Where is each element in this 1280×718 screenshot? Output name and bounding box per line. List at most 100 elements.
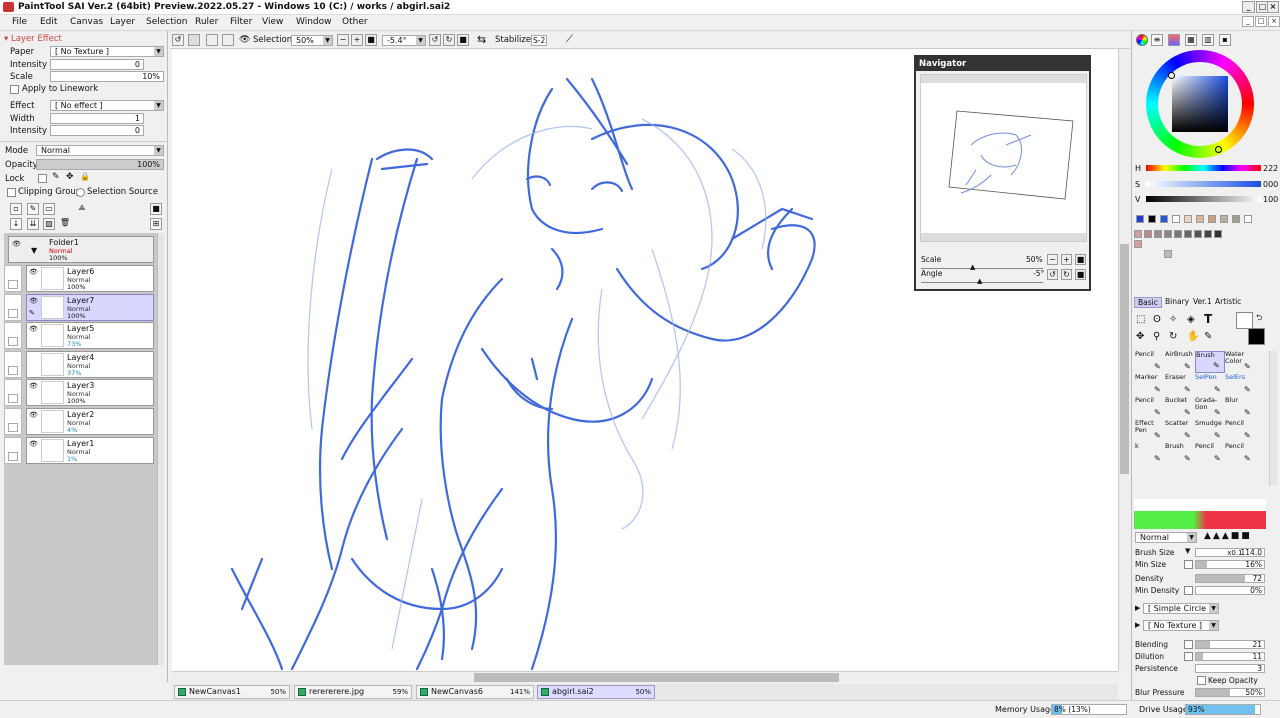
min-density-pressure-icon[interactable] (1184, 586, 1193, 595)
color-swatch[interactable] (1194, 230, 1202, 238)
lock-transparency-icon[interactable] (38, 174, 47, 183)
tool-watercolor[interactable]: Water Color ✎ (1225, 351, 1255, 373)
tool-brush[interactable]: Brush ✎ (1195, 351, 1225, 373)
doc-close-button[interactable]: × (1268, 16, 1280, 27)
eye-icon[interactable]: 👁 (12, 240, 21, 248)
layer-row[interactable]: Layer4 Normal 37% (26, 350, 154, 378)
brush-size-slider[interactable]: x0.1114.0 (1195, 548, 1265, 557)
layer-visibility-cell[interactable] (4, 265, 22, 292)
menu-window[interactable]: Window (296, 17, 332, 27)
primary-color-swatch[interactable] (1248, 328, 1265, 345)
tool-scatter[interactable]: Scatter ✎ (1165, 420, 1195, 442)
navigator-preview[interactable] (920, 74, 1087, 242)
layer-visibility-cell[interactable] (4, 350, 22, 378)
lock-paint-icon[interactable]: ✎ (52, 172, 60, 182)
tool-tab-binary[interactable]: Binary (1162, 297, 1192, 308)
saturation-value-square[interactable] (1172, 76, 1228, 132)
zoom-reset-button[interactable]: ■ (365, 34, 377, 46)
tool-grid-scrollbar[interactable] (1269, 351, 1277, 486)
color-swatch[interactable] (1136, 215, 1144, 223)
tool-selpen[interactable]: SelPen ✎ (1195, 374, 1225, 396)
doc-tab-newcanvas1[interactable]: NewCanvas1 50% (174, 685, 290, 699)
tool-blur[interactable]: Blur ✎ (1225, 397, 1255, 419)
lasso-icon[interactable]: ʘ (1153, 314, 1161, 325)
color-swatch[interactable] (1204, 230, 1212, 238)
clear-layer-icon[interactable]: ▧ (43, 218, 55, 230)
hsv-slider-tab-icon[interactable] (1168, 34, 1180, 46)
lock-all-icon[interactable]: 🔒 (80, 172, 90, 181)
paper-dropdown[interactable]: [ No Texture ] ▼ (50, 46, 164, 57)
move-tool-icon[interactable]: ✥ (1136, 331, 1144, 342)
tool-airbrush[interactable]: AirBrush ✎ (1165, 351, 1195, 373)
menu-view[interactable]: View (262, 17, 283, 27)
nav-zoom-reset-button[interactable]: ■ (1075, 254, 1086, 265)
color-swatch[interactable] (1174, 230, 1182, 238)
nav-zoom-in-button[interactable]: + (1061, 254, 1072, 265)
layer-list[interactable]: 👁 ▼ Folder1 Normal 100% 👁 Layer6 Normal 100… (4, 233, 164, 665)
brush-mode-dropdown[interactable]: Normal ▼ (1135, 532, 1197, 543)
new-folder-icon[interactable]: ▭ (43, 203, 55, 215)
layer-visibility-cell[interactable] (4, 322, 22, 350)
layer-options-icon[interactable]: ⊞ (150, 218, 162, 230)
scratchpad-tab-icon[interactable]: ▥ (1202, 34, 1214, 46)
tool-bucket[interactable]: Bucket ✎ (1165, 397, 1195, 419)
nav-scale-handle-icon[interactable]: ▲ (970, 263, 975, 271)
color-swatch[interactable] (1214, 230, 1222, 238)
tool-pencil[interactable]: Pencil ✎ (1225, 420, 1255, 442)
layer-visibility-cell[interactable] (4, 293, 22, 321)
invert-selection-icon[interactable] (222, 34, 234, 46)
layer-row[interactable]: 👁 Layer2 Normal 4% (26, 408, 154, 435)
color-swatch[interactable] (1134, 230, 1142, 238)
layer-select-checkbox[interactable] (8, 394, 18, 404)
layer-select-icon[interactable]: ◈ (1187, 314, 1195, 325)
new-layer-icon[interactable]: ▫ (10, 203, 22, 215)
eye-icon[interactable]: 👁 (29, 411, 38, 419)
tool-tab-artistic[interactable]: Artistic (1212, 297, 1244, 308)
tool-brush[interactable]: Brush ✎ (1165, 443, 1195, 465)
min-size-pressure-icon[interactable] (1184, 560, 1193, 569)
undo-icon[interactable]: ↺ (172, 34, 184, 46)
color-swatch[interactable] (1184, 230, 1192, 238)
rotate-tool-icon[interactable]: ↻ (1169, 331, 1177, 342)
zoom-dropdown[interactable]: 50% ▼ (291, 35, 333, 46)
transfer-down-icon[interactable]: ↓ (10, 218, 22, 230)
doc-tab-newcanvas6[interactable]: NewCanvas6 141% (416, 685, 534, 699)
color-swatch[interactable] (1220, 215, 1228, 223)
canvas-horizontal-scrollbar[interactable] (172, 671, 1118, 683)
tool-selers[interactable]: SelErs ✎ (1225, 374, 1255, 396)
min-density-slider[interactable]: 0% (1195, 586, 1265, 595)
brush-size-mult-chevron-icon[interactable]: ▼ (1185, 547, 1190, 555)
brush-texture-dropdown[interactable]: [ No Texture ] ▼ (1143, 620, 1219, 631)
dilution-slider[interactable]: 11 (1195, 652, 1265, 661)
rgb-slider-tab-icon[interactable]: ≡ (1151, 34, 1163, 46)
color-swatch[interactable] (1154, 230, 1162, 238)
layer-visibility-cell[interactable] (4, 379, 22, 407)
intensity2-slider[interactable]: 0 (50, 125, 144, 136)
layer-select-checkbox[interactable] (8, 423, 18, 432)
density-slider[interactable]: 72 (1195, 574, 1265, 583)
menu-edit[interactable]: Edit (40, 17, 57, 27)
persistence-slider[interactable]: 3 (1195, 664, 1265, 673)
color-picker-tab-icon[interactable]: ▪ (1219, 34, 1231, 46)
layer-mask-icon[interactable]: ■ (150, 203, 162, 215)
rotate-right-button[interactable]: ↻ (443, 34, 455, 46)
vertical-scroll-thumb[interactable] (1120, 244, 1129, 474)
canvas-vertical-scrollbar[interactable] (1118, 49, 1130, 671)
tool-marker[interactable]: Marker ✎ (1135, 374, 1165, 396)
stabilizer-dropdown[interactable]: S-2 (531, 35, 547, 46)
menu-other[interactable]: Other (342, 17, 368, 27)
saturation-slider[interactable] (1146, 181, 1261, 187)
secondary-color-swatch[interactable] (1236, 312, 1253, 329)
menu-selection[interactable]: Selection (146, 17, 187, 27)
color-swatch[interactable] (1172, 215, 1180, 223)
eye-icon[interactable]: 👁 (29, 297, 38, 305)
brush-shape-dropdown[interactable]: [ Simple Circle ] ▼ (1143, 603, 1219, 614)
swatches-tab-icon[interactable]: ▦ (1185, 34, 1197, 46)
text-tool-icon[interactable]: T (1204, 312, 1212, 326)
color-swatch[interactable] (1164, 250, 1172, 258)
color-mixer-bar[interactable] (1134, 511, 1266, 529)
keep-opacity-checkbox[interactable] (1197, 676, 1206, 685)
doc-tab-abgirl[interactable]: abgirl.sai2 50% (537, 685, 655, 699)
blending-pressure-icon[interactable] (1184, 640, 1193, 649)
color-wheel-tab-icon[interactable] (1136, 34, 1148, 46)
